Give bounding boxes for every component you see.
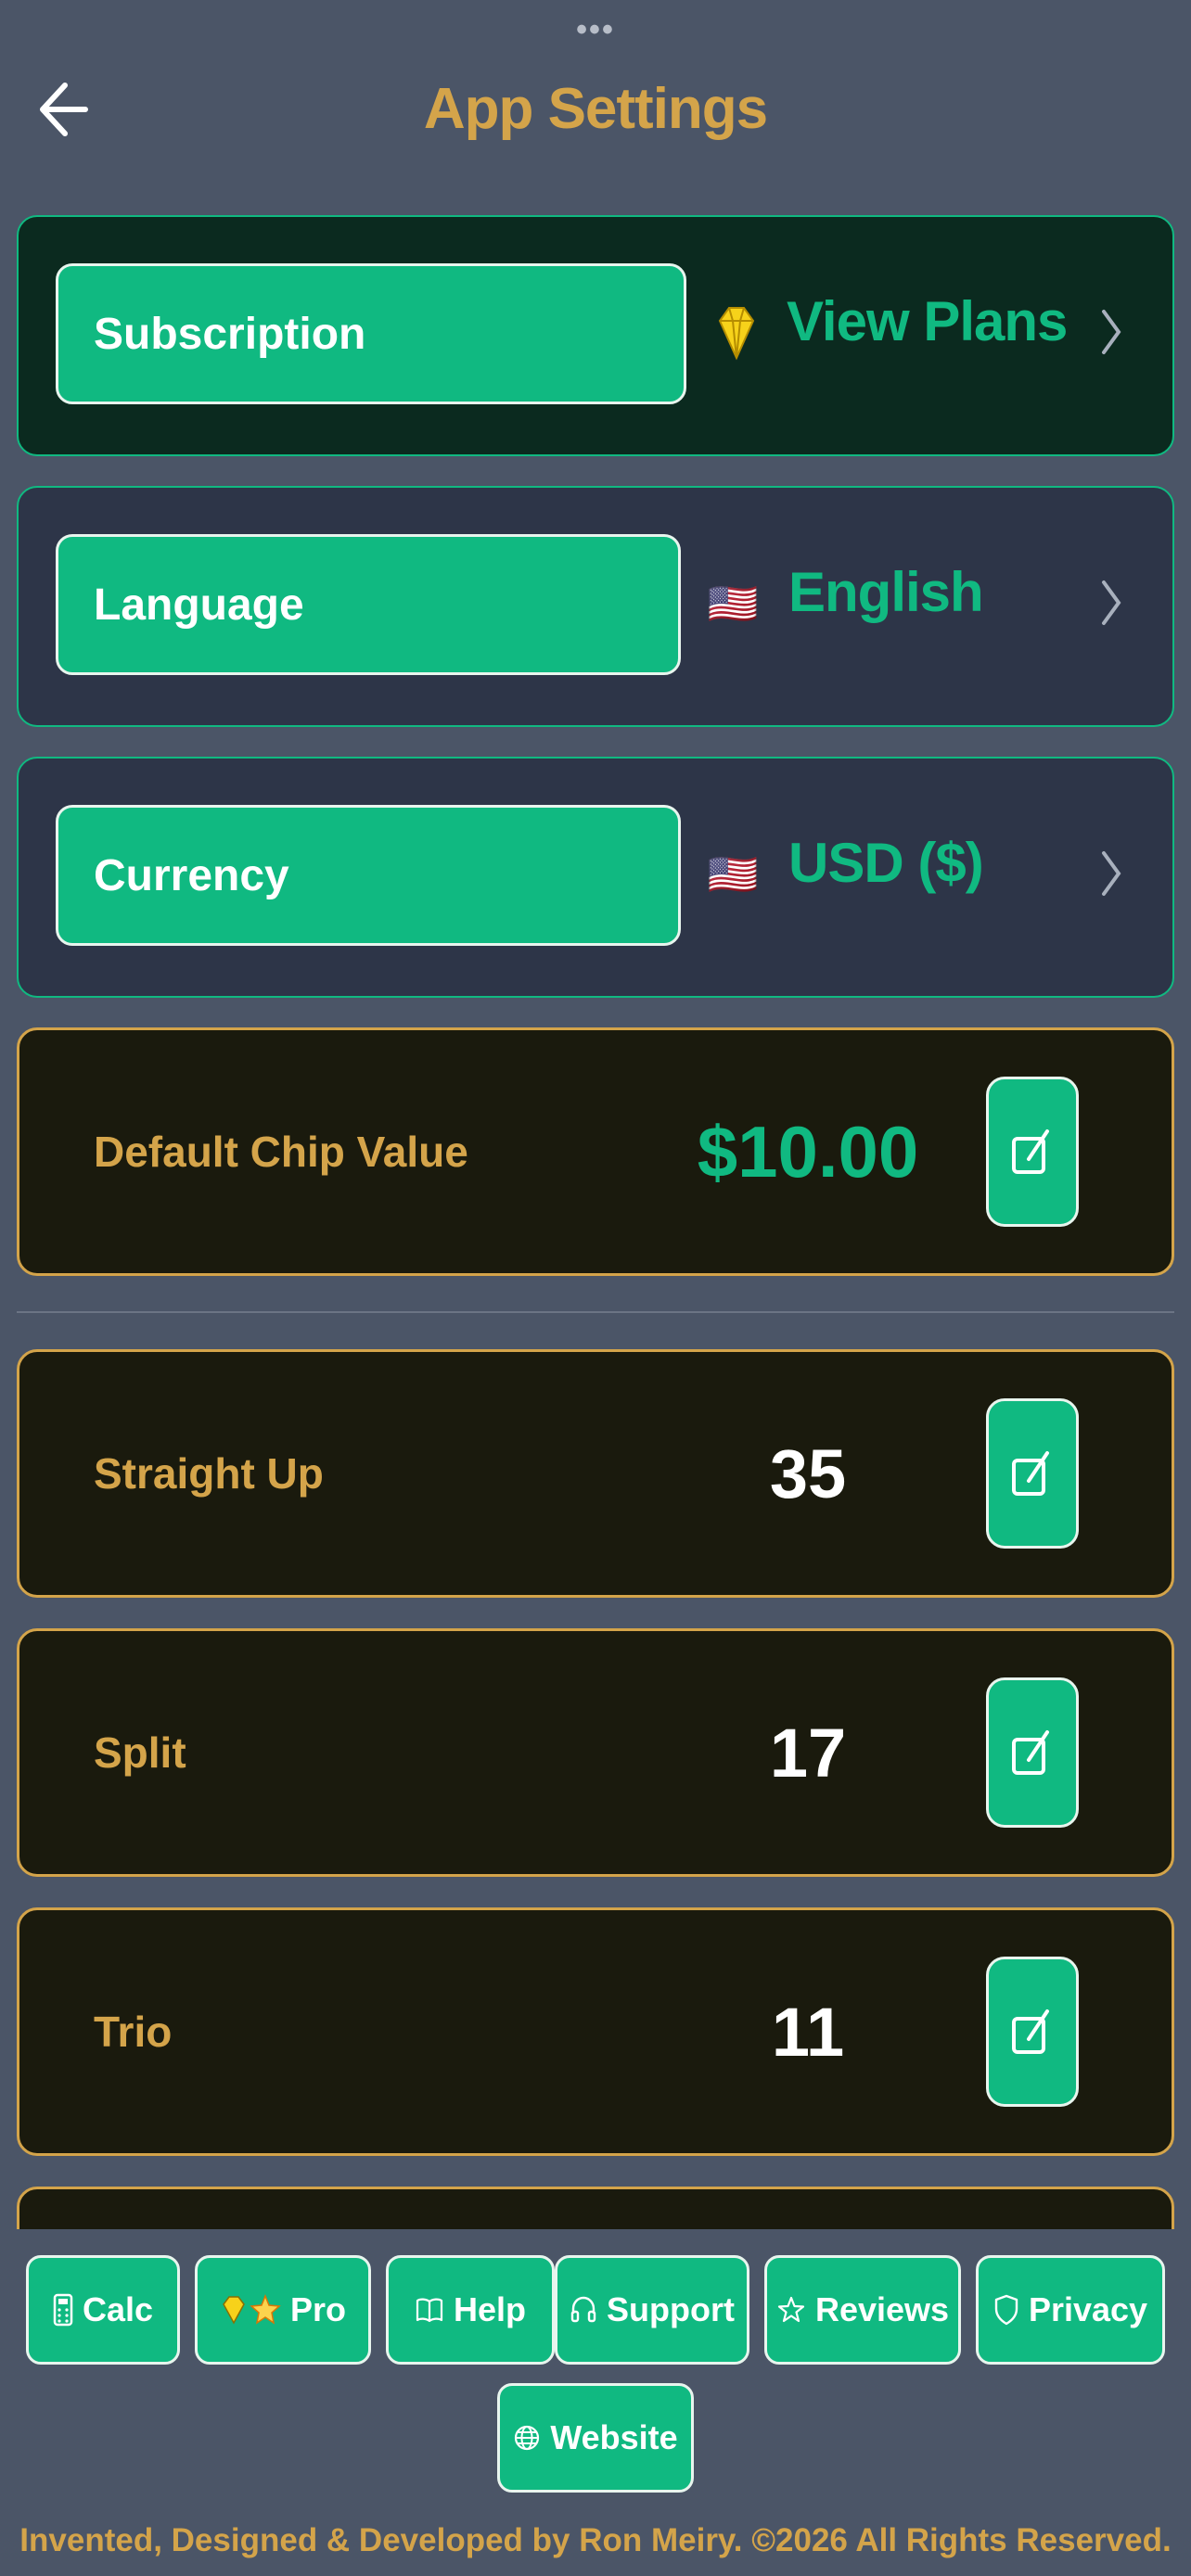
language-value[interactable]: English: [788, 560, 984, 624]
payout-value: 35: [769, 1435, 847, 1512]
edit-icon: [1012, 1730, 1049, 1775]
help-label: Help: [453, 2290, 526, 2328]
chip-value-label: Default Chip Value: [94, 1128, 468, 1176]
payout-value: 11: [771, 1993, 845, 2071]
subscription-value[interactable]: View Plans: [787, 289, 1068, 353]
edit-payout-button[interactable]: [986, 1957, 1079, 2107]
edit-icon: [1012, 2009, 1049, 2054]
support-label: Support: [607, 2290, 735, 2328]
language-label: Language: [56, 534, 681, 675]
reviews-button[interactable]: Reviews: [764, 2255, 961, 2365]
us-flag-icon: 🇺🇸: [707, 852, 759, 898]
pro-button[interactable]: Pro: [195, 2255, 371, 2365]
edit-payout-button[interactable]: [986, 1398, 1079, 1549]
pro-label: Pro: [289, 2290, 346, 2328]
footer-credits: Invented, Designed & Developed by Ron Me…: [19, 2522, 1172, 2558]
shield-icon: [994, 2294, 1018, 2326]
edit-icon: [1012, 1129, 1049, 1174]
chevron-right-icon[interactable]: [1098, 306, 1124, 358]
chip-value: $10.00: [697, 1110, 919, 1192]
subscription-label: Subscription: [56, 263, 686, 404]
currency-value[interactable]: USD ($): [788, 831, 984, 895]
globe-icon: [515, 2425, 540, 2451]
payout-label: Straight Up: [94, 1449, 324, 1498]
reviews-label: Reviews: [814, 2290, 950, 2328]
headphones-icon: [570, 2296, 596, 2323]
diamond-icon: [223, 2296, 245, 2325]
calc-label: Calc: [82, 2290, 154, 2328]
chip-value-card: Default Chip Value $10.00: [17, 1027, 1174, 1276]
subscription-card[interactable]: Subscription View Plans: [17, 215, 1174, 456]
help-button[interactable]: Help: [386, 2255, 555, 2365]
sheet-grabber[interactable]: •••: [0, 14, 1191, 45]
calc-button[interactable]: Calc: [26, 2255, 180, 2365]
chevron-right-icon[interactable]: [1098, 577, 1124, 629]
website-button[interactable]: Website: [497, 2383, 694, 2493]
payout-value: 17: [769, 1714, 847, 1792]
currency-card[interactable]: Currency 🇺🇸 USD ($): [17, 757, 1174, 998]
payout-card: Trio 11: [17, 1907, 1174, 2156]
payout-label: Trio: [94, 2008, 173, 2056]
language-card[interactable]: Language 🇺🇸 English: [17, 486, 1174, 727]
privacy-label: Privacy: [1028, 2290, 1148, 2328]
page-title: App Settings: [423, 77, 768, 141]
privacy-button[interactable]: Privacy: [976, 2255, 1165, 2365]
star-icon: [250, 2294, 281, 2325]
currency-label: Currency: [56, 805, 681, 946]
diamond-icon: [718, 307, 755, 361]
website-label: Website: [550, 2418, 678, 2456]
payout-card: Split 17: [17, 1628, 1174, 1877]
edit-icon: [1012, 1451, 1049, 1496]
edit-chip-button[interactable]: [986, 1077, 1079, 1227]
payout-card: Straight Up 35: [17, 1349, 1174, 1598]
calculator-icon: [53, 2293, 73, 2327]
bottom-nav: Calc Pro Help Support Reviews Privacy We…: [0, 2229, 1191, 2576]
section-divider: [17, 1311, 1174, 1313]
payout-label: Split: [94, 1728, 186, 1777]
us-flag-icon: 🇺🇸: [707, 581, 759, 627]
edit-payout-button[interactable]: [986, 1677, 1079, 1828]
star-outline-icon: [777, 2296, 805, 2323]
chevron-right-icon[interactable]: [1098, 848, 1124, 899]
support-button[interactable]: Support: [555, 2255, 749, 2365]
book-icon: [416, 2298, 443, 2323]
